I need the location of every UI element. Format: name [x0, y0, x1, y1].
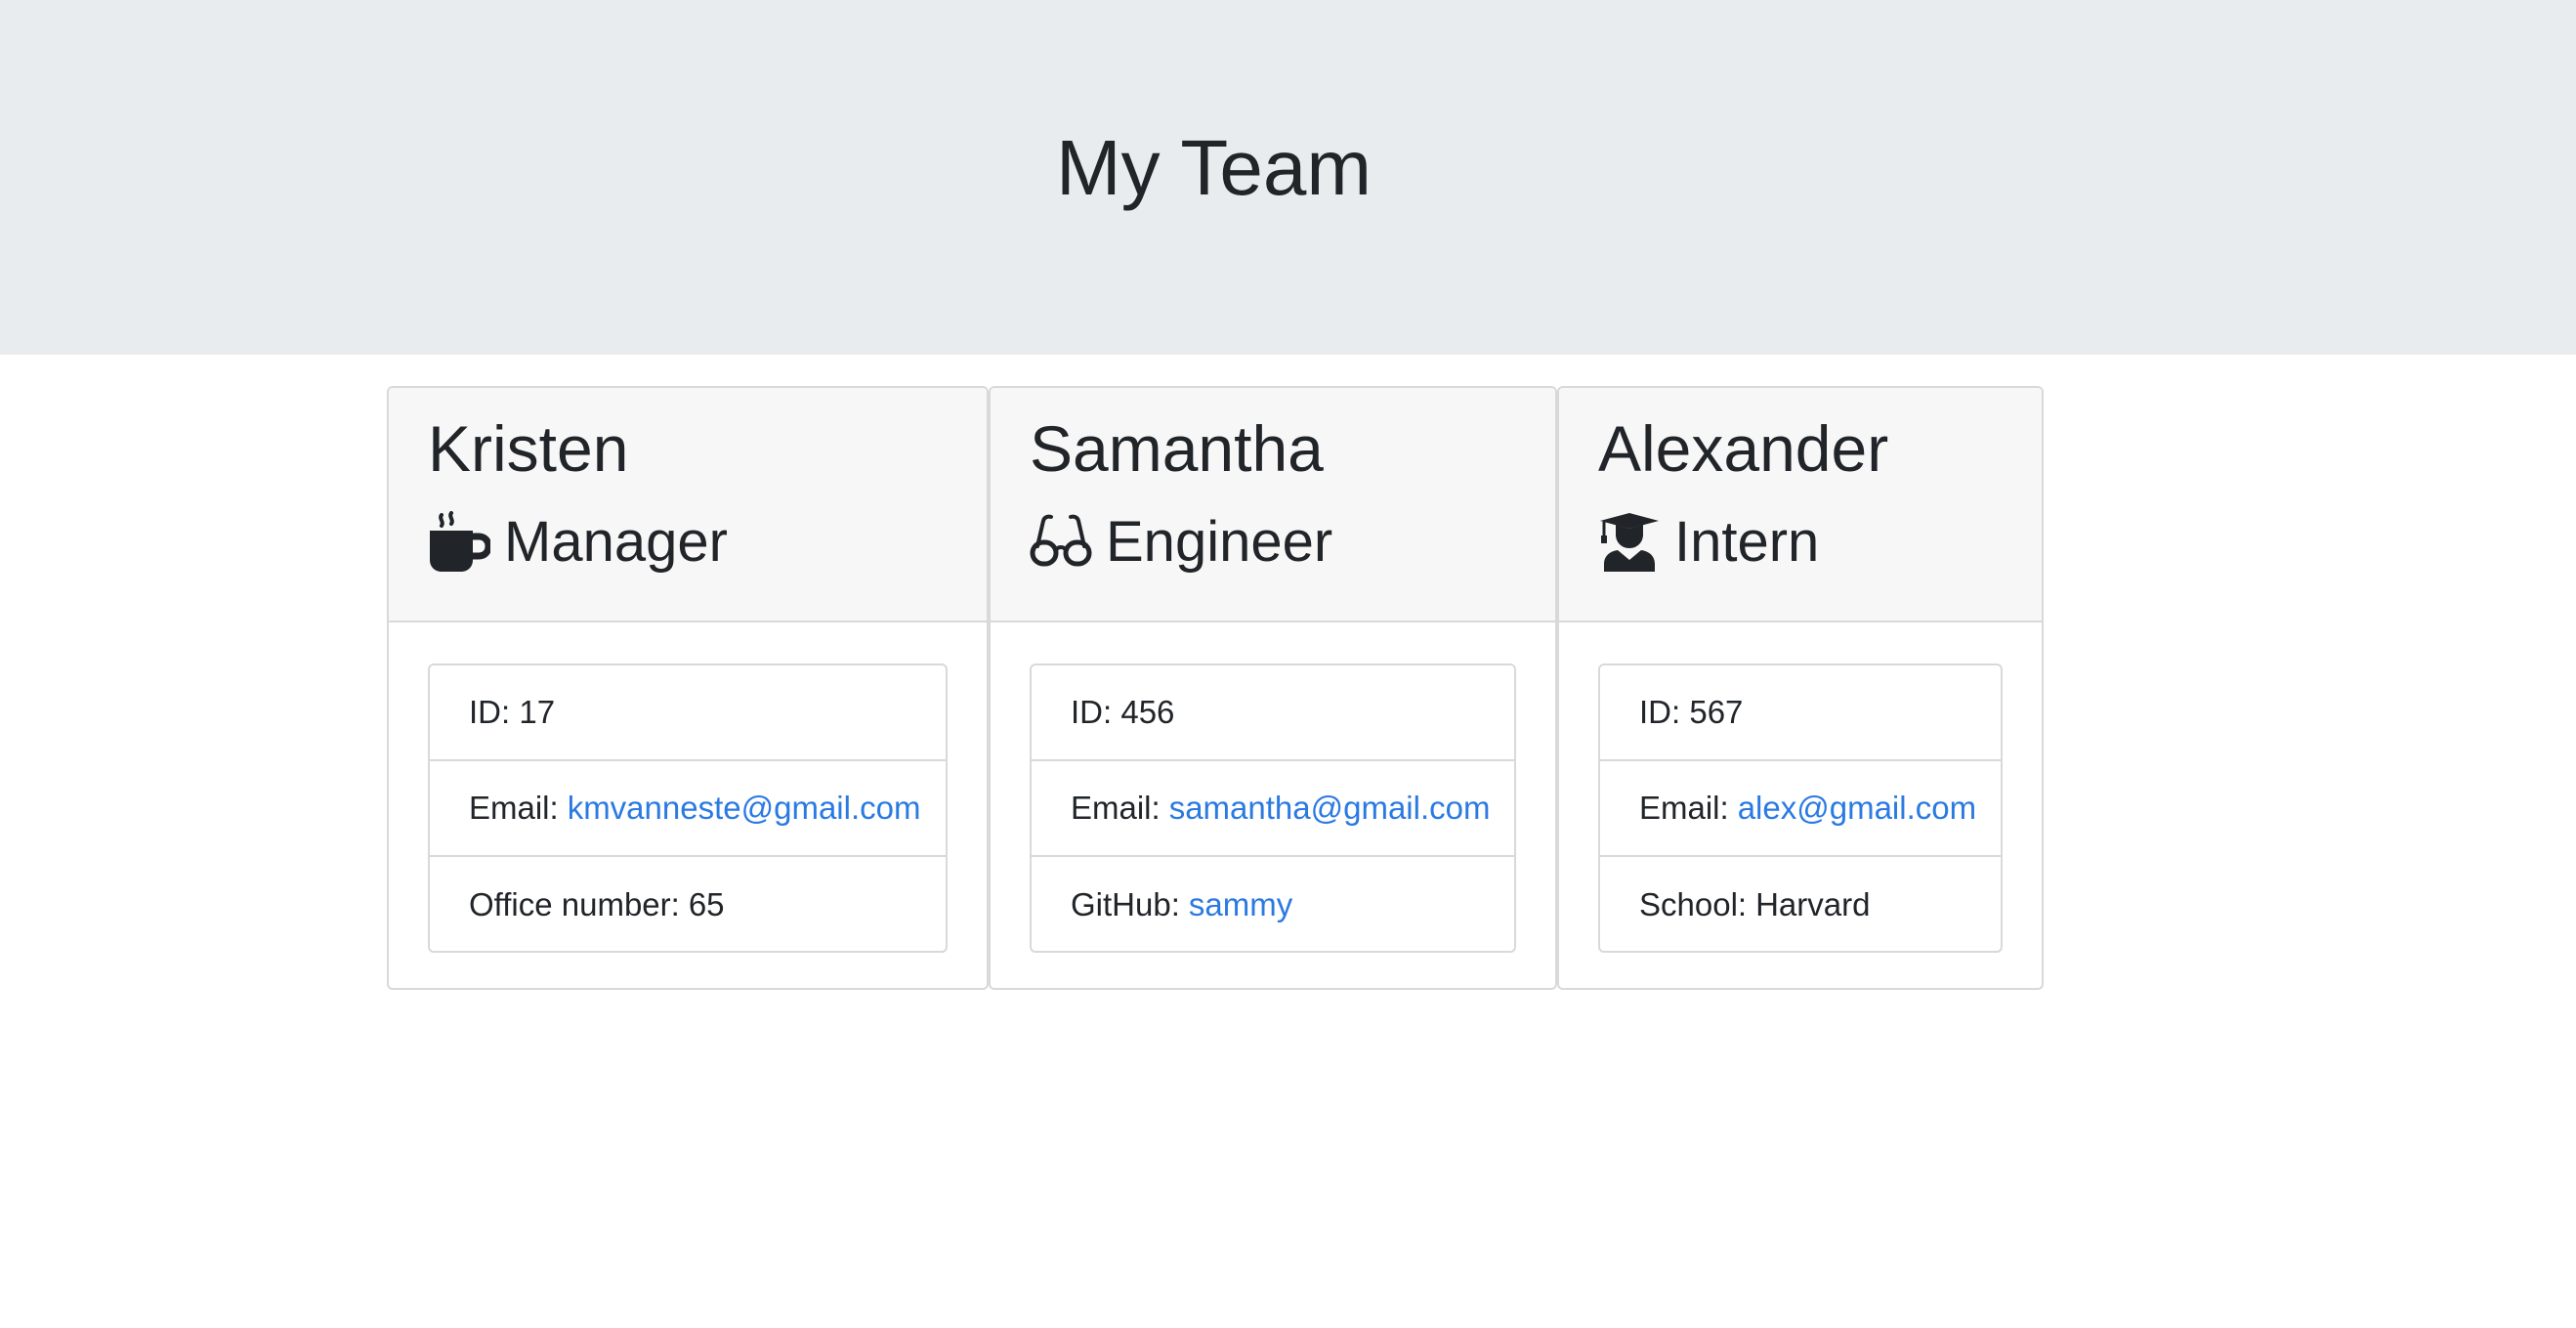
school-label: School:: [1639, 886, 1748, 922]
email-link[interactable]: alex@gmail.com: [1738, 790, 1976, 827]
role-title: Manager: [504, 510, 728, 574]
employee-role: Intern: [1598, 503, 1819, 581]
employee-card-intern: Alexander Intern ID: 567 Email: alex@gma…: [1557, 386, 2044, 990]
graduate-icon: [1598, 511, 1661, 574]
employee-email: Email: alex@gmail.com: [1600, 761, 2001, 857]
employee-id: ID: 17: [430, 665, 946, 761]
email-label: Email:: [469, 790, 559, 826]
card-header: Alexander Intern: [1559, 388, 2042, 622]
github-label: GitHub:: [1071, 886, 1180, 922]
info-list: ID: 456 Email: samantha@gmail.com GitHub…: [1030, 664, 1516, 953]
email-link[interactable]: samantha@gmail.com: [1169, 790, 1491, 827]
employee-school: School: Harvard: [1600, 857, 2001, 951]
office-number-label: Office number:: [469, 886, 680, 922]
card-header: Kristen Manager: [389, 388, 987, 622]
employee-email: Email: kmvanneste@gmail.com: [430, 761, 946, 857]
employee-office-number: Office number: 65: [430, 857, 946, 951]
role-title: Engineer: [1106, 510, 1333, 574]
office-number-value: 65: [688, 886, 725, 922]
role-title: Intern: [1674, 510, 1820, 574]
card-header: Samantha Engineer: [991, 388, 1555, 622]
employee-id: ID: 456: [1032, 665, 1514, 761]
school-value: Harvard: [1755, 886, 1871, 922]
coffee-mug-icon: [428, 511, 490, 574]
github-link[interactable]: sammy: [1189, 886, 1292, 923]
page-title: My Team: [1055, 124, 1372, 211]
id-text: ID: 17: [469, 694, 556, 730]
info-list: ID: 17 Email: kmvanneste@gmail.com Offic…: [428, 664, 948, 953]
employee-github: GitHub: sammy: [1032, 857, 1514, 951]
email-label: Email:: [1639, 790, 1729, 826]
id-text: ID: 567: [1639, 694, 1744, 730]
email-link[interactable]: kmvanneste@gmail.com: [568, 790, 921, 827]
employee-name: Kristen: [428, 412, 629, 485]
employee-email: Email: samantha@gmail.com: [1032, 761, 1514, 857]
employee-role: Manager: [428, 503, 728, 581]
employee-role: Engineer: [1030, 503, 1332, 581]
employee-card-manager: Kristen Manager ID: 17 Email: kmvanneste…: [387, 386, 989, 990]
employee-id: ID: 567: [1600, 665, 2001, 761]
glasses-icon: [1030, 511, 1092, 574]
page-header: My Team: [0, 0, 2576, 355]
employee-card-engineer: Samantha Engineer ID: 456 Email: samanth…: [989, 386, 1557, 990]
id-text: ID: 456: [1071, 694, 1175, 730]
employee-name: Alexander: [1598, 412, 1889, 485]
employee-name: Samantha: [1030, 412, 1324, 485]
email-label: Email:: [1071, 790, 1161, 826]
info-list: ID: 567 Email: alex@gmail.com School: Ha…: [1598, 664, 2003, 953]
